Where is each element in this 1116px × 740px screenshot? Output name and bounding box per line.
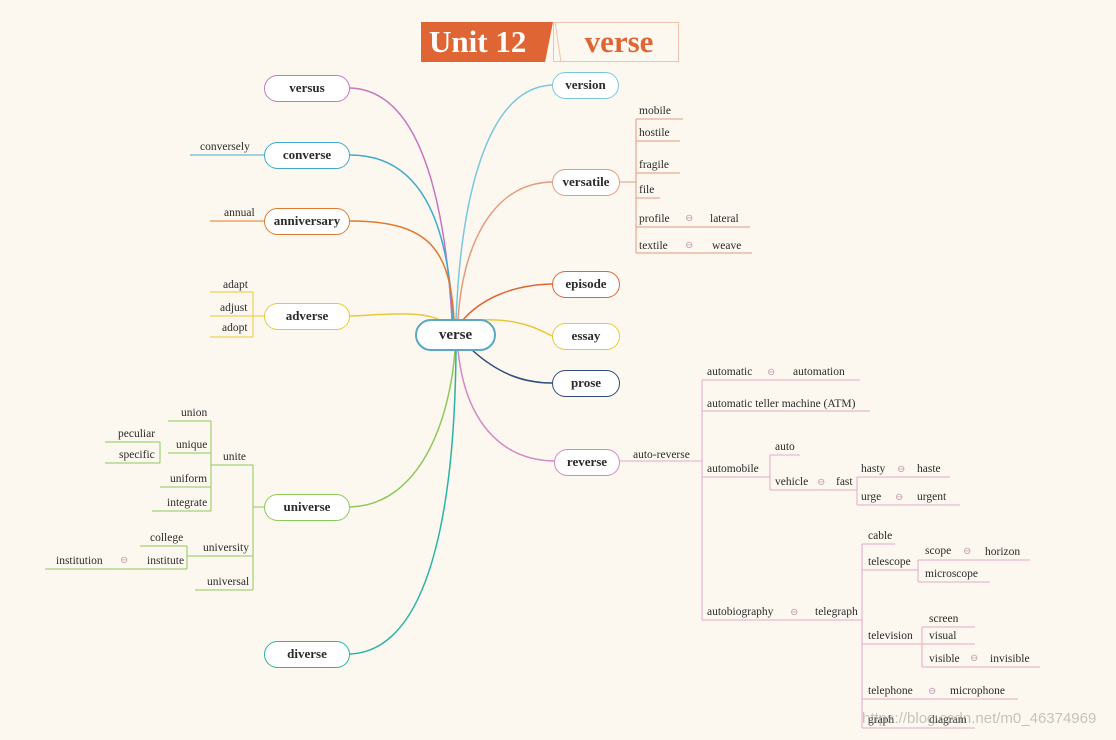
leaf-automation: automation [793, 366, 845, 378]
leaf-automatic: automatic [707, 366, 753, 378]
leaf-microscope: microscope [925, 568, 979, 580]
leaf-horizon: horizon [985, 546, 1021, 558]
leaf-fragile: fragile [639, 159, 670, 171]
leaf-unite: unite [223, 451, 246, 463]
leaf-vehicle: vehicle [775, 476, 809, 488]
node-episode[interactable]: episode [552, 271, 620, 298]
leaf-adjust: adjust [220, 302, 248, 314]
relation-icon: ⊖ [970, 653, 979, 664]
relation-icon: ⊖ [928, 686, 937, 697]
leaf-visual: visual [929, 630, 957, 642]
leaf-university: university [203, 542, 249, 554]
leaf-urgent: urgent [917, 491, 947, 503]
leaf-integrate: integrate [167, 497, 208, 509]
leaf-uniform: uniform [170, 473, 208, 485]
leaf-specific: specific [119, 449, 155, 461]
node-prose[interactable]: prose [552, 370, 620, 397]
leaf-cable: cable [868, 530, 893, 542]
leaf-fast: fast [836, 476, 853, 488]
leaf-auto: auto [775, 441, 795, 453]
leaf-textile: textile [639, 240, 668, 252]
node-versus[interactable]: versus [264, 75, 350, 102]
relation-icon: ⊖ [963, 546, 972, 557]
leaf-atm: automatic teller machine (ATM) [707, 398, 856, 410]
relation-icon: ⊖ [767, 367, 776, 378]
node-converse[interactable]: converse [264, 142, 350, 169]
relation-icon: ⊖ [895, 492, 904, 503]
leaf-conversely: conversely [200, 141, 250, 153]
node-version[interactable]: version [552, 72, 619, 99]
leaf-institute: institute [147, 555, 185, 567]
leaf-universal: universal [207, 576, 250, 588]
node-universe[interactable]: universe [264, 494, 350, 521]
node-anniversary[interactable]: anniversary [264, 208, 350, 235]
leaf-screen: screen [929, 613, 959, 625]
relation-icon: ⊖ [897, 464, 906, 475]
watermark: https://blog.csdn.net/m0_46374969 [862, 710, 1097, 727]
relation-icon: ⊖ [685, 213, 694, 224]
leaf-profile: profile [639, 213, 670, 225]
leaf-weave: weave [712, 240, 742, 252]
leaf-auto-reverse: auto-reverse [633, 449, 690, 461]
node-diverse[interactable]: diverse [264, 641, 350, 668]
leaf-adapt: adapt [223, 279, 248, 291]
leaf-lateral: lateral [710, 213, 739, 225]
relation-icon: ⊖ [817, 477, 826, 488]
leaf-annual: annual [224, 207, 255, 219]
leaf-telescope: telescope [868, 556, 911, 568]
leaf-microphone: microphone [950, 685, 1005, 697]
node-adverse[interactable]: adverse [264, 303, 350, 330]
node-versatile[interactable]: versatile [552, 169, 620, 196]
leaf-telegraph: telegraph [815, 606, 858, 618]
leaf-hasty: hasty [861, 463, 886, 475]
leaf-adopt: adopt [222, 322, 248, 334]
leaf-hostile: hostile [639, 127, 670, 139]
leaf-telephone: telephone [868, 685, 913, 697]
leaf-visible: visible [929, 653, 960, 665]
center-node[interactable]: verse [415, 319, 496, 351]
leaf-haste: haste [917, 463, 941, 475]
title-word: verse [553, 22, 679, 62]
leaf-college: college [150, 532, 184, 544]
leaf-autobiography: autobiography [707, 606, 774, 618]
relation-icon: ⊖ [685, 240, 694, 251]
node-reverse[interactable]: reverse [554, 449, 620, 476]
leaf-unique: unique [176, 439, 208, 451]
relation-icon: ⊖ [120, 555, 129, 566]
leaf-television: television [868, 630, 913, 642]
node-essay[interactable]: essay [552, 323, 620, 350]
leaf-union: union [181, 407, 208, 419]
relation-icon: ⊖ [790, 607, 799, 618]
leaf-file: file [639, 184, 655, 196]
leaf-scope: scope [925, 545, 952, 557]
leaf-invisible: invisible [990, 653, 1030, 665]
leaf-automobile: automobile [707, 463, 759, 475]
leaf-institution: institution [56, 555, 103, 567]
leaf-peculiar: peculiar [118, 428, 156, 440]
leaf-urge: urge [861, 491, 882, 503]
unit-title: Unit 12 [421, 22, 553, 62]
leaf-mobile: mobile [639, 105, 671, 117]
